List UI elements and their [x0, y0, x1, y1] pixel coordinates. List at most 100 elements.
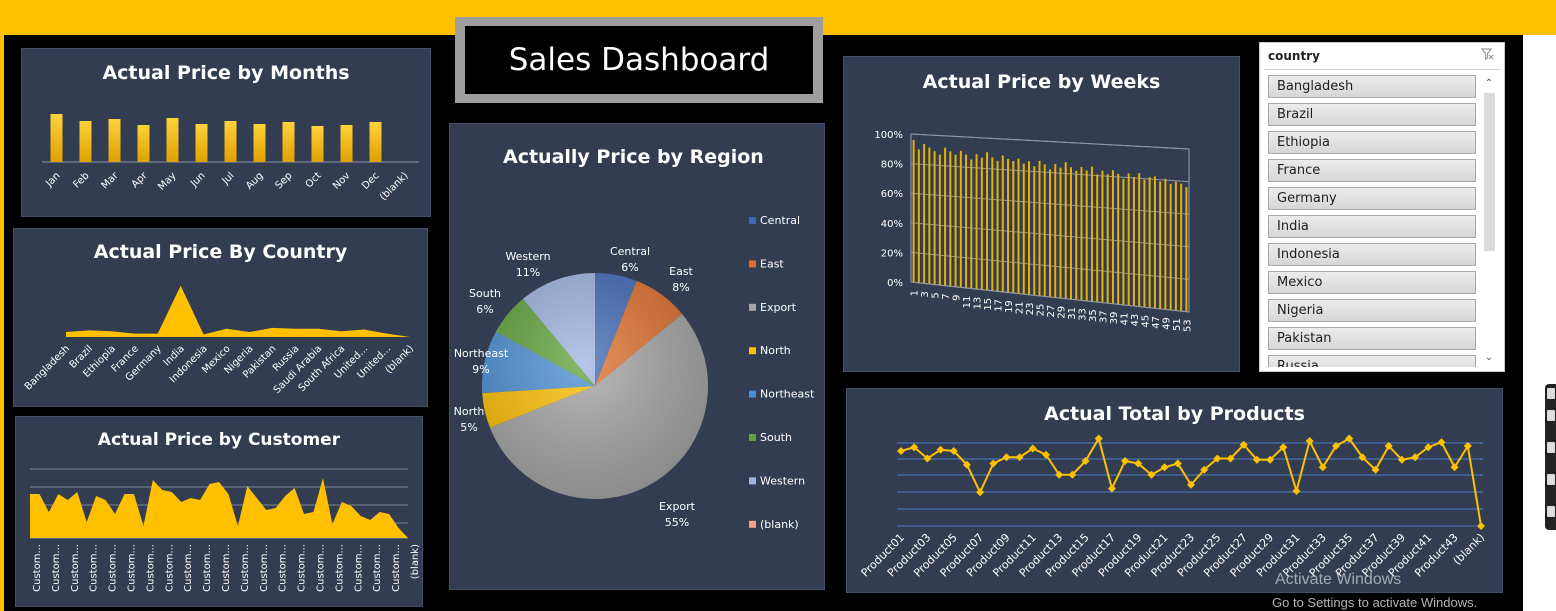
products-chart-panel[interactable]: Actual Total by Products Product01 Produc…: [846, 388, 1503, 593]
region-legend-label: Export: [760, 301, 797, 314]
region-legend-label: South: [760, 431, 792, 444]
weeks-tick-label: 3: [920, 291, 931, 297]
region-legend-label: East: [760, 257, 784, 270]
months-tick-label: May: [156, 170, 178, 192]
weeks-tick-label: 9: [952, 295, 963, 301]
weeks-tick-label: 47: [1151, 316, 1162, 329]
months-tick-label: Aug: [244, 170, 266, 192]
weeks-tick-label: 43: [1130, 314, 1141, 327]
customer-tick-label: Custom...: [259, 544, 270, 592]
toolbar-gear-icon[interactable]: [1547, 506, 1555, 517]
weeks-y-tick-label: 0%: [887, 278, 903, 289]
weeks-y-tick-label: 80%: [881, 160, 903, 171]
customer-tick-label: Custom...: [240, 544, 251, 592]
slicer-item-germany[interactable]: Germany: [1268, 187, 1476, 210]
slicer-item-nigeria[interactable]: Nigeria: [1268, 299, 1476, 322]
weeks-tick-label: 19: [1004, 300, 1015, 313]
weeks-tick-label: 49: [1161, 317, 1172, 330]
customer-tick-label: Custom...: [70, 544, 81, 592]
weeks-tick-label: 33: [1077, 308, 1088, 321]
products-marker: [1121, 457, 1130, 465]
months-tick-label: Dec: [360, 170, 381, 191]
months-tick-label: Feb: [71, 170, 91, 190]
customer-tick-label: Custom...: [145, 544, 156, 592]
slicer-item-bangladesh[interactable]: Bangladesh: [1268, 75, 1476, 98]
months-bar: [50, 114, 63, 162]
customer-tick-label: Custom...: [391, 544, 402, 592]
weeks-chart-panel[interactable]: Actual Price by Weeks 0% 20% 40% 60% 80% 100%…: [843, 56, 1240, 372]
slicer-item-russia[interactable]: Russia: [1268, 355, 1476, 367]
months-bar: [79, 121, 92, 162]
slicer-item-mexico[interactable]: Mexico: [1268, 271, 1476, 294]
slicer-item-ethiopia[interactable]: Ethiopia: [1268, 131, 1476, 154]
country-chart-panel[interactable]: Actual Price By Country Bangladesh Brazil…: [13, 228, 428, 407]
products-marker: [1107, 484, 1116, 493]
months-chart: Jan Feb Mar Apr May Jun Jul Aug Sep Oct Nov Dec(bla…: [42, 114, 419, 203]
customer-tick-label: Custom...: [202, 544, 213, 592]
slicer-header: country: [1268, 49, 1320, 63]
country-slicer[interactable]: country Bangladesh Brazil Ethiopia France Ge…: [1259, 42, 1505, 372]
slicer-scrollbar[interactable]: ⌃ ⌄: [1482, 77, 1496, 365]
clear-filter-icon[interactable]: [1480, 48, 1494, 63]
weeks-tick-label: 7: [941, 293, 952, 299]
months-bar: [108, 119, 121, 162]
region-legend-swatch: [749, 217, 756, 224]
products-marker: [1477, 522, 1485, 530]
weeks-tick-label: 15: [983, 298, 994, 311]
customer-tick-label: Custom...: [51, 544, 62, 592]
months-tick-label: Oct: [304, 170, 324, 190]
months-bar: [224, 121, 237, 162]
weeks-tick-label: 17: [994, 299, 1005, 312]
slicer-item-france[interactable]: France: [1268, 159, 1476, 182]
months-tick-label: Jan: [43, 170, 62, 189]
region-legend-swatch: [749, 520, 756, 528]
customer-tick-label: Custom...: [108, 544, 119, 592]
months-bar: [369, 122, 382, 162]
region-data-label-name: South: [469, 287, 501, 300]
products-marker: [1292, 487, 1301, 495]
weeks-tick-label: 37: [1098, 310, 1109, 323]
weeks-tick-label: 23: [1025, 302, 1036, 315]
region-data-label-name: Northeast: [454, 347, 509, 360]
toolbar-copy-icon[interactable]: [1547, 474, 1555, 485]
products-marker: [1160, 463, 1169, 472]
customer-tick-label: Custom...: [32, 544, 43, 592]
toolbar-page-icon[interactable]: [1547, 410, 1555, 421]
months-tick-label: (blank): [378, 170, 411, 203]
scroll-down-icon[interactable]: ⌄: [1482, 351, 1496, 365]
side-toolbar[interactable]: [1545, 384, 1556, 530]
scroll-up-icon[interactable]: ⌃: [1482, 77, 1496, 91]
months-bar: [282, 122, 295, 162]
slicer-item-indonesia[interactable]: Indonesia: [1268, 243, 1476, 266]
region-data-label-name: Central: [610, 245, 650, 258]
customer-tick-label: Custom...: [278, 544, 289, 592]
region-data-label-value: 8%: [672, 281, 689, 294]
region-data-label-name: East: [669, 265, 693, 278]
toolbar-doc-icon[interactable]: [1547, 442, 1555, 453]
scroll-thumb[interactable]: [1484, 93, 1495, 251]
region-legend-swatch: [749, 303, 756, 311]
region-chart: Central 6% East 8% Export 55% North 5% Northeast…: [454, 214, 815, 531]
dashboard-title-frame: Sales Dashboard: [455, 17, 823, 103]
weeks-chart: 0%20%40%60%80%100%1 3 5 7 9 11 13 15 17 19 21 23 25 2…: [874, 130, 1193, 332]
customer-chart: Custom... Custom... Custom... Custom... Cust…: [30, 468, 421, 592]
weeks-tick-label: 45: [1140, 315, 1151, 328]
weeks-tick-label: 1: [910, 290, 921, 296]
slicer-item-brazil[interactable]: Brazil: [1268, 103, 1476, 126]
weeks-tick-label: 41: [1119, 313, 1130, 326]
weeks-tick-label: 13: [973, 297, 984, 310]
customer-chart-panel[interactable]: Actual Price by Customer Custom... Custom…: [15, 416, 423, 607]
weeks-gridline: [910, 133, 1190, 150]
region-chart-panel[interactable]: Actually Price by Region Central 6% East 8%…: [449, 123, 825, 590]
customer-tick-label: Custom...: [89, 544, 100, 592]
customer-tick-label: Custom...: [316, 544, 327, 592]
customer-tick-label: (blank): [410, 544, 421, 579]
slicer-item-india[interactable]: India: [1268, 215, 1476, 238]
slicer-item-pakistan[interactable]: Pakistan: [1268, 327, 1476, 350]
country-tick-label: Bangladesh: [23, 343, 72, 392]
toolbar-star-icon[interactable]: [1547, 388, 1555, 399]
months-chart-panel[interactable]: Actual Price by Months Jan Feb Mar Apr May Ju…: [21, 48, 431, 217]
products-marker: [1002, 453, 1011, 462]
pie-shading: [482, 273, 708, 499]
region-data-label-value: 6%: [621, 261, 638, 274]
